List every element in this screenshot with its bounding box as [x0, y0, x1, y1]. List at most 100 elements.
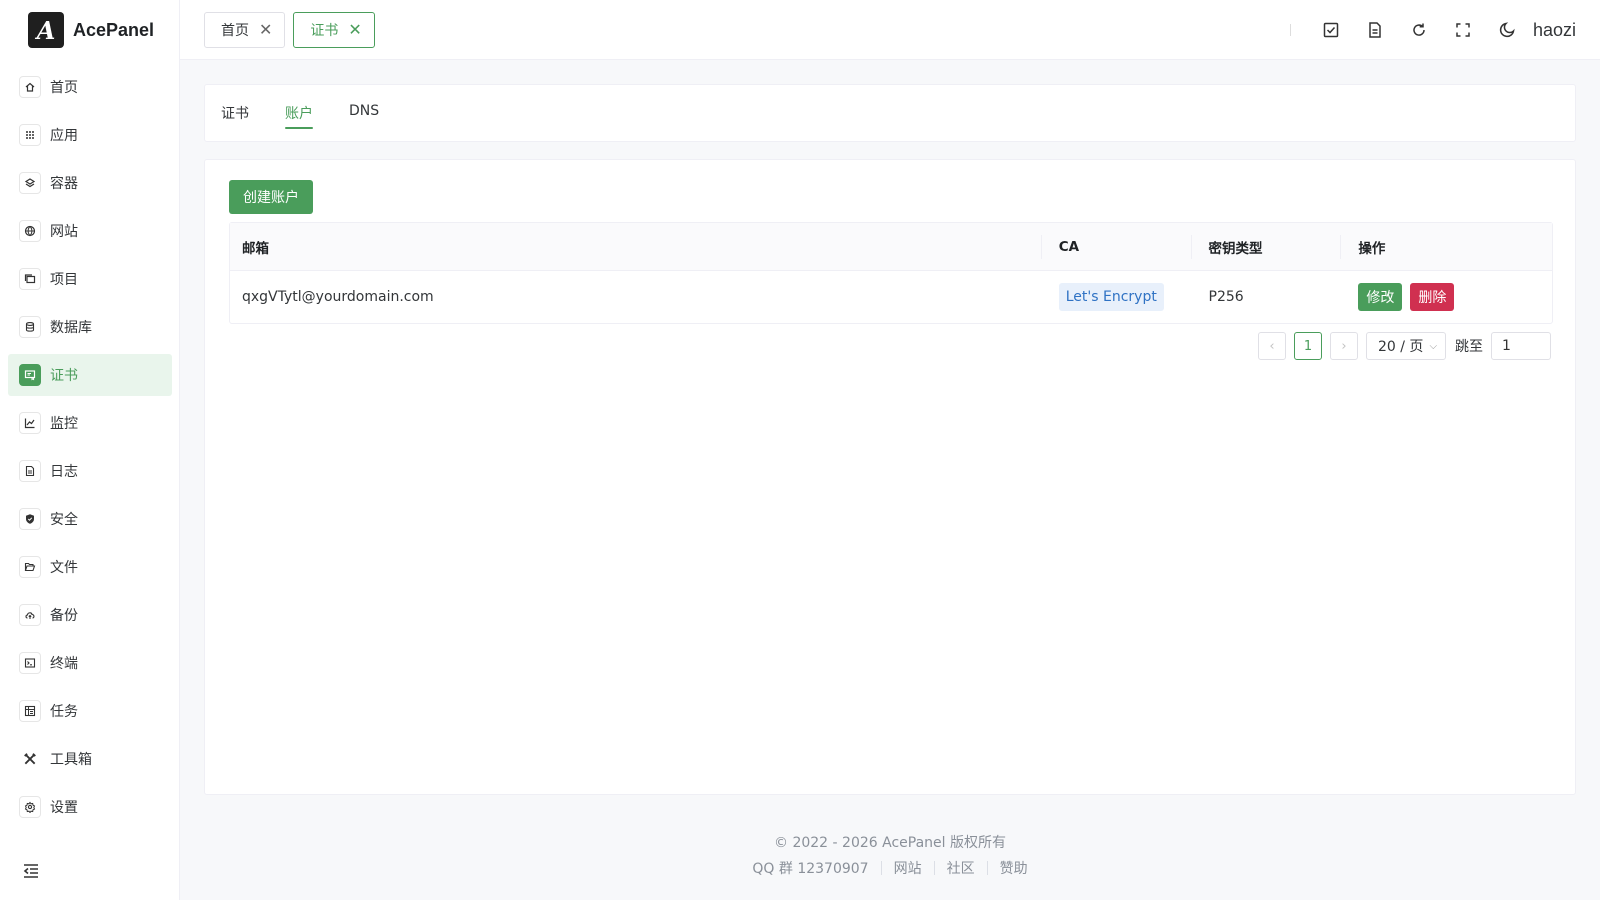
tab-accounts[interactable]: 账户: [285, 103, 313, 129]
accounts-card: 创建账户 邮箱 CA 密钥类型 操作 qxgVTytl@yourdomain.c…: [204, 159, 1576, 795]
brand[interactable]: A AcePanel: [28, 12, 154, 48]
sidebar-item-apps[interactable]: 应用: [8, 114, 172, 156]
topbar-tools: haozi: [1289, 12, 1576, 48]
fullscreen-icon[interactable]: [1441, 12, 1485, 48]
sidebar-item-toolbox[interactable]: 工具箱: [8, 738, 172, 780]
footer-link-community[interactable]: 社区: [947, 858, 975, 878]
home-icon: [19, 76, 41, 98]
sub-tabs: 证书 账户 DNS: [221, 103, 415, 129]
sidebar-item-certificates[interactable]: 证书: [8, 354, 172, 396]
column-header-actions: 操作: [1340, 223, 1552, 270]
create-account-button[interactable]: 创建账户: [229, 180, 313, 214]
page-tabs: 首页 ✕ 证书 ✕: [204, 12, 383, 48]
theme-moon-icon[interactable]: [1485, 12, 1529, 48]
sidebar-item-label: 监控: [50, 416, 78, 432]
document-icon: [19, 460, 41, 482]
terminal-icon: [19, 652, 41, 674]
divider: [1289, 24, 1291, 36]
pagination: ‹ 1 › 20 / 页 ⌵ 跳至: [1250, 332, 1551, 360]
document-icon[interactable]: [1353, 12, 1397, 48]
divider: [986, 861, 988, 875]
sidebar-item-home[interactable]: 首页: [8, 66, 172, 108]
sidebar-item-projects[interactable]: 项目: [8, 258, 172, 300]
sidebar-item-label: 项目: [50, 272, 78, 288]
folder-open-icon: [19, 556, 41, 578]
close-icon[interactable]: ✕: [348, 22, 361, 38]
sidebar-item-label: 应用: [50, 128, 78, 144]
indent-decrease-icon: [22, 862, 40, 884]
table-row: qxgVTytl@yourdomain.com Let's Encrypt P2…: [230, 271, 1552, 323]
sidebar-menu: 首页 应用 容器 网站 项目 数据库 证书 监控 日志 安全 文件 备份 终端 …: [8, 66, 172, 834]
globe-icon: [19, 220, 41, 242]
sidebar-item-logs[interactable]: 日志: [8, 450, 172, 492]
sidebar-item-label: 备份: [50, 608, 78, 624]
topbar: 首页 ✕ 证书 ✕ haozi: [180, 0, 1600, 60]
chevron-down-icon: ⌵: [1429, 340, 1438, 352]
sidebar-item-label: 首页: [50, 80, 78, 96]
sidebar-collapse-button[interactable]: [20, 862, 42, 884]
chart-line-icon: [19, 412, 41, 434]
page-tab-certificates[interactable]: 证书 ✕: [293, 12, 375, 48]
sidebar-item-label: 数据库: [50, 320, 92, 336]
tab-certificates[interactable]: 证书: [221, 103, 249, 129]
delete-button[interactable]: 删除: [1410, 283, 1455, 311]
sidebar-item-tasks[interactable]: 任务: [8, 690, 172, 732]
folder-stack-icon: [19, 268, 41, 290]
sub-tabs-card: 证书 账户 DNS: [204, 84, 1576, 142]
sidebar: A AcePanel 首页 应用 容器 网站 项目 数据库 证书 监控 日志 安…: [0, 0, 180, 900]
email-cell: qxgVTytl@yourdomain.com: [242, 289, 434, 305]
ca-tag: Let's Encrypt: [1058, 283, 1164, 311]
footer: © 2022 - 2026 AcePanel 版权所有 QQ 群 1237090…: [180, 832, 1600, 878]
column-header-email: 邮箱: [242, 240, 269, 257]
sidebar-item-database[interactable]: 数据库: [8, 306, 172, 348]
username[interactable]: haozi: [1533, 20, 1576, 41]
page-tab-label: 首页: [221, 23, 249, 39]
page-tab-home[interactable]: 首页 ✕: [204, 12, 286, 48]
sidebar-item-files[interactable]: 文件: [8, 546, 172, 588]
brand-logo: A: [28, 12, 64, 48]
key-type-cell: P256: [1208, 289, 1244, 305]
sidebar-item-websites[interactable]: 网站: [8, 210, 172, 252]
close-icon[interactable]: ✕: [259, 22, 272, 38]
footer-link-sponsor[interactable]: 赞助: [1000, 858, 1028, 878]
checkbox-icon[interactable]: [1309, 12, 1353, 48]
certificate-icon: [19, 364, 41, 386]
page-size-value: 20 / 页: [1378, 339, 1424, 355]
gear-icon: [19, 796, 41, 818]
sidebar-item-terminal[interactable]: 终端: [8, 642, 172, 684]
layers-icon: [19, 172, 41, 194]
page-size-select[interactable]: 20 / 页 ⌵: [1366, 332, 1446, 360]
sidebar-item-label: 文件: [50, 560, 78, 576]
jump-page-input[interactable]: [1491, 332, 1551, 360]
page-tab-label: 证书: [310, 23, 339, 39]
page-number-button[interactable]: 1: [1294, 332, 1322, 360]
sidebar-item-label: 终端: [50, 656, 78, 672]
sidebar-item-security[interactable]: 安全: [8, 498, 172, 540]
chevron-left-icon: ‹: [1269, 338, 1275, 354]
sidebar-item-settings[interactable]: 设置: [8, 786, 172, 828]
sidebar-item-containers[interactable]: 容器: [8, 162, 172, 204]
actions-cell: 修改 删除: [1340, 271, 1552, 323]
sidebar-item-label: 容器: [50, 176, 78, 192]
tools-icon: [19, 748, 41, 770]
sidebar-item-backup[interactable]: 备份: [8, 594, 172, 636]
sidebar-item-label: 任务: [50, 704, 78, 720]
task-icon: [19, 700, 41, 722]
brand-name: AcePanel: [73, 19, 155, 40]
footer-link-website[interactable]: 网站: [894, 858, 922, 878]
next-page-button[interactable]: ›: [1330, 332, 1358, 360]
column-header-ca: CA: [1040, 223, 1191, 270]
column-header-key-type: 密钥类型: [1190, 223, 1341, 270]
refresh-icon[interactable]: [1397, 12, 1441, 48]
sidebar-item-label: 安全: [50, 512, 78, 528]
divider: [880, 861, 882, 875]
edit-button[interactable]: 修改: [1358, 283, 1403, 311]
tab-dns[interactable]: DNS: [349, 103, 379, 129]
sidebar-item-label: 日志: [50, 464, 78, 480]
cloud-upload-icon: [19, 604, 41, 626]
database-icon: [19, 316, 41, 338]
prev-page-button[interactable]: ‹: [1258, 332, 1286, 360]
table-header: 邮箱 CA 密钥类型 操作: [230, 223, 1552, 271]
copyright-text: © 2022 - 2026 AcePanel 版权所有: [774, 835, 1006, 851]
sidebar-item-monitor[interactable]: 监控: [8, 402, 172, 444]
